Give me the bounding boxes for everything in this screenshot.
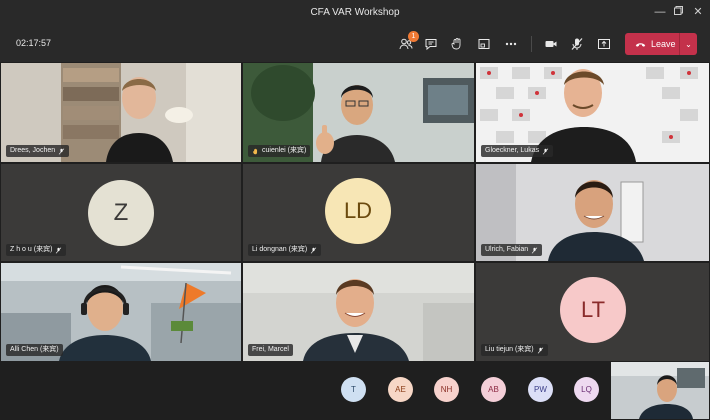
video-tile-frei[interactable]: Frei, Marcel: [243, 263, 474, 361]
leave-label: Leave: [651, 39, 676, 49]
minimize-icon[interactable]: —: [652, 4, 668, 20]
overflow-avatar[interactable]: NH: [434, 377, 459, 402]
video-tile-cuienlei[interactable]: cuienlei (来宾): [243, 63, 474, 162]
mic-muted-icon: [531, 246, 538, 254]
overflow-avatar[interactable]: LQ: [574, 377, 599, 402]
overflow-avatar[interactable]: AB: [481, 377, 506, 402]
mic-muted-icon: [56, 246, 62, 254]
toolbar-divider: [531, 36, 532, 52]
participant-name-tag: Alli Chen (来宾): [6, 344, 63, 356]
leave-main[interactable]: Leave: [625, 33, 679, 55]
participant-name-tag: Ulrich, Fabian: [481, 244, 543, 256]
share-button[interactable]: [594, 34, 614, 54]
leave-button[interactable]: Leave ⌄: [625, 33, 697, 55]
chat-button[interactable]: [421, 34, 441, 54]
window-title: CFA VAR Workshop: [310, 7, 400, 18]
participants-badge: 1: [408, 31, 419, 42]
overflow-avatar[interactable]: PW: [528, 377, 553, 402]
title-bar: CFA VAR Workshop — ✕: [0, 0, 710, 26]
self-view-video[interactable]: [611, 362, 709, 419]
maximize-icon[interactable]: [670, 4, 686, 20]
participant-avatar: LD: [325, 178, 391, 244]
avatar-tile-liu-tiejun[interactable]: LT Liu tiejun (来宾): [476, 263, 709, 361]
meeting-timer: 02:17:57: [16, 38, 52, 48]
microphone-button[interactable]: [567, 34, 587, 54]
close-icon[interactable]: ✕: [690, 4, 706, 20]
participant-avatar: Z: [88, 180, 154, 246]
breakout-rooms-icon: [478, 39, 490, 49]
overflow-avatar[interactable]: T: [341, 377, 366, 402]
participant-name-tag: Li dongnan (来宾): [248, 244, 322, 256]
phone-hangup-icon: [635, 42, 646, 47]
video-tile-alli-chen[interactable]: Alli Chen (来宾): [1, 263, 241, 361]
participant-name-tag: Z h o u (来宾): [6, 244, 67, 256]
participant-avatar: LT: [560, 277, 626, 343]
camera-button[interactable]: [541, 34, 561, 54]
participant-name-tag: Drees, Jochen: [6, 145, 70, 157]
participant-name-tag: Frei, Marcel: [248, 344, 293, 356]
avatar-tile-li-dongnan[interactable]: LD Li dongnan (来宾): [243, 164, 474, 261]
mic-muted-icon: [571, 38, 583, 50]
raise-hand-button[interactable]: [447, 34, 467, 54]
participant-name-tag: Gloeckner, Lukas: [481, 145, 554, 157]
mic-muted-icon: [537, 346, 543, 354]
mic-muted-icon: [542, 147, 549, 155]
participant-name-tag: Liu tiejun (来宾): [481, 344, 548, 356]
avatar-tile-zhou[interactable]: Z Z h o u (来宾): [1, 164, 241, 261]
overflow-avatar[interactable]: AE: [388, 377, 413, 402]
mic-muted-icon: [311, 246, 317, 254]
rooms-button[interactable]: [474, 34, 494, 54]
mic-muted-icon: [58, 147, 65, 155]
camera-icon: [545, 41, 557, 47]
video-tile-ulrich[interactable]: Ulrich, Fabian: [476, 164, 709, 261]
video-tile-gloeckner[interactable]: Gloeckner, Lukas: [476, 63, 709, 162]
share-screen-icon: [598, 39, 610, 49]
raised-hand-icon: [253, 148, 258, 154]
participants-button[interactable]: 1: [396, 31, 419, 54]
participant-video: [611, 362, 709, 419]
more-icon: [505, 42, 517, 46]
chat-icon: [425, 39, 437, 51]
hand-icon: [451, 38, 461, 50]
chevron-down-icon[interactable]: ⌄: [680, 40, 697, 49]
video-tile-drees[interactable]: Drees, Jochen: [1, 63, 241, 162]
participant-name-tag: cuienlei (来宾): [248, 145, 311, 157]
more-actions-button[interactable]: [501, 34, 521, 54]
meeting-toolbar: 02:17:57 1 Leave ⌄: [0, 26, 710, 62]
